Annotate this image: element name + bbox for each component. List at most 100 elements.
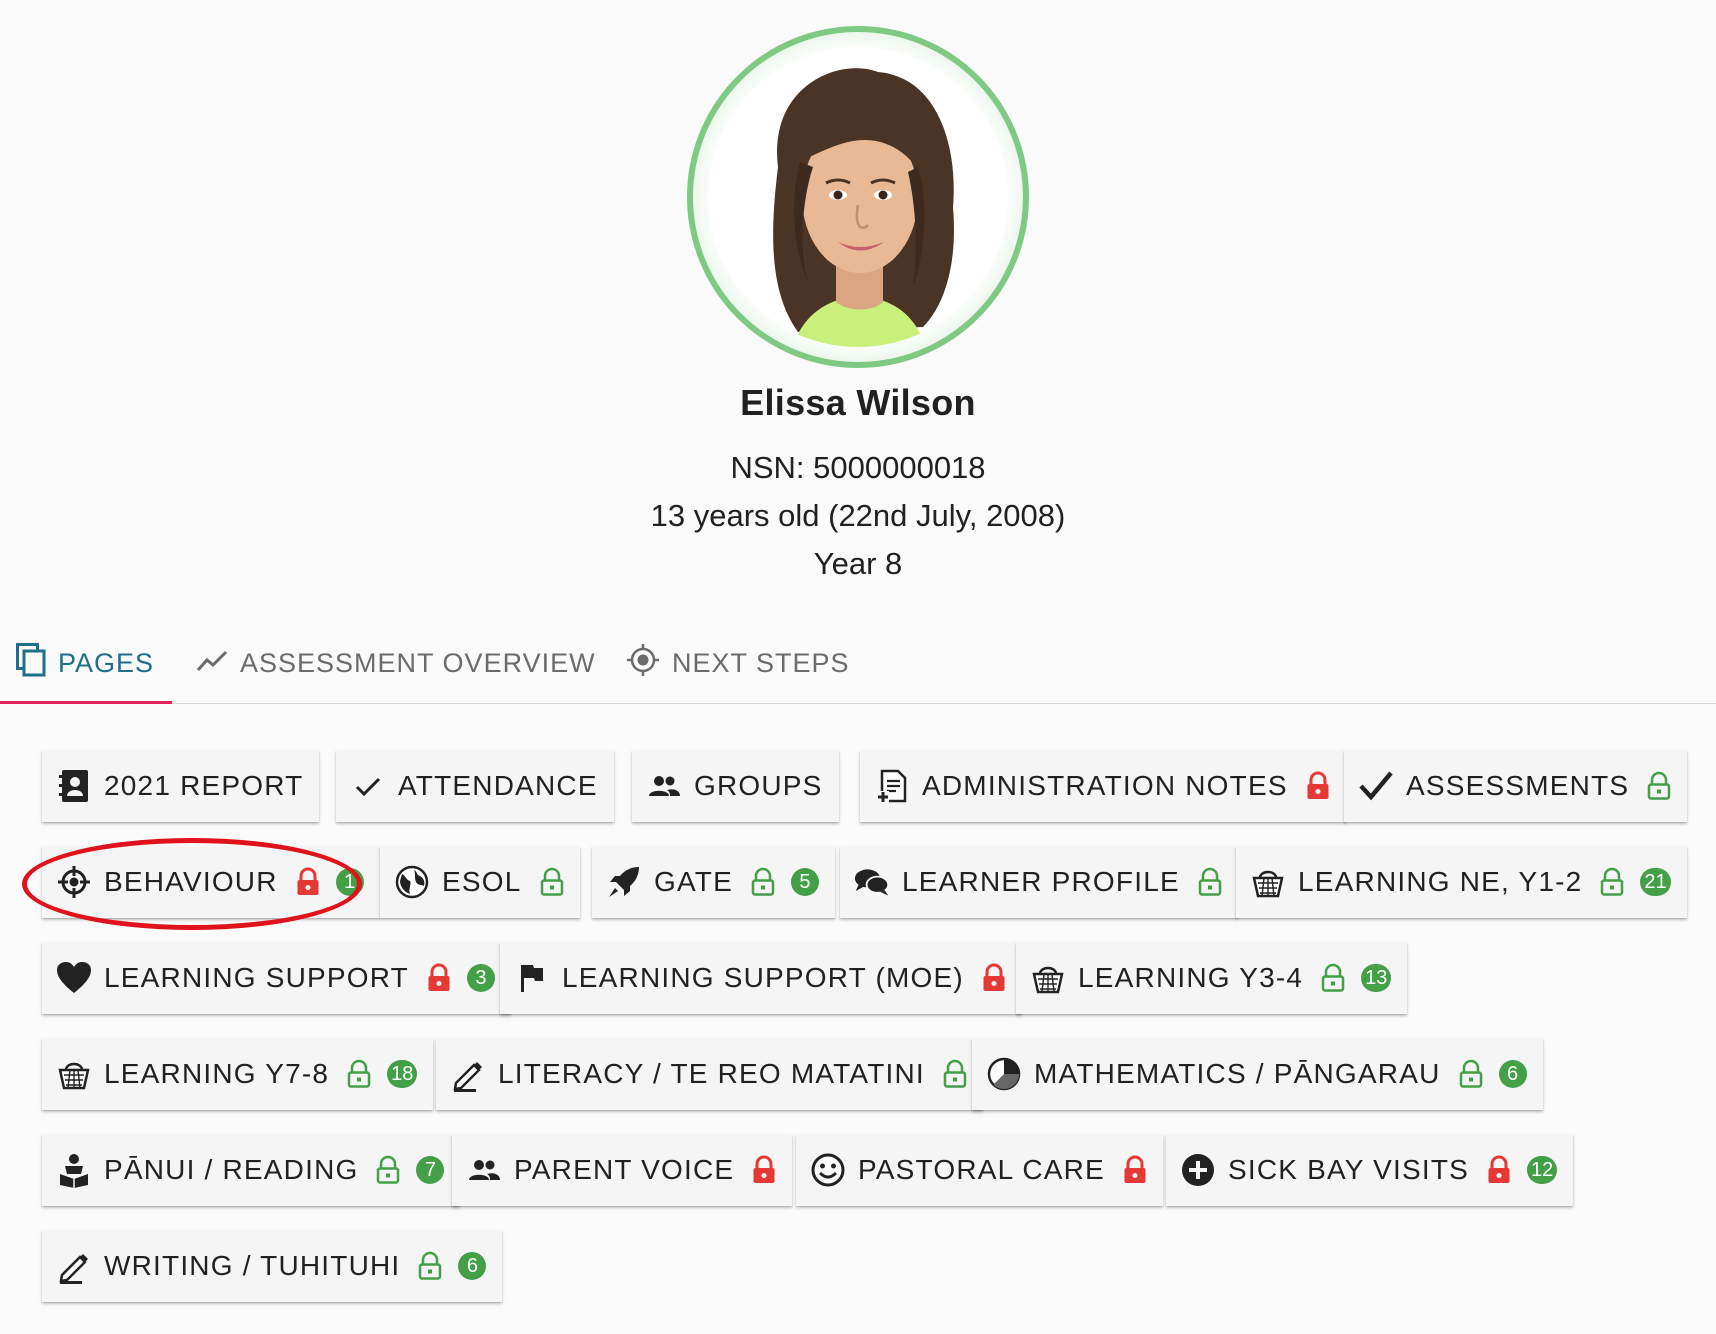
check-icon xyxy=(350,768,386,804)
student-name: Elissa Wilson xyxy=(740,382,976,423)
pie-chart-icon xyxy=(986,1056,1022,1092)
page-literacy-te-reo-matatini[interactable]: LITERACY / TE REO MATATINI xyxy=(436,1038,983,1110)
bold-check-icon xyxy=(1358,768,1394,804)
count-badge: 21 xyxy=(1640,868,1671,896)
page-2021-report[interactable]: 2021 REPORT xyxy=(42,750,320,822)
page-label: LEARNING NE, Y1-2 xyxy=(1298,866,1583,897)
student-photo xyxy=(708,47,1008,347)
count-badge: 13 xyxy=(1361,964,1392,992)
target-icon xyxy=(626,643,660,684)
tab-bar: PAGES ASSESSMENT OVERVIEW NEXT STEPS xyxy=(0,622,1716,704)
plus-circle-icon xyxy=(1180,1152,1216,1188)
page-parent-voice[interactable]: PARENT VOICE xyxy=(452,1134,793,1206)
lock-icon xyxy=(296,867,320,897)
page-label: GATE xyxy=(654,866,733,897)
count-badge: 1 xyxy=(335,868,364,896)
page-learning-support-moe[interactable]: LEARNING SUPPORT (MOE) xyxy=(500,942,1022,1014)
pencil-icon xyxy=(56,1248,92,1284)
page-learning-y3-4[interactable]: LEARNING Y3-4 13 xyxy=(1016,942,1408,1014)
trend-icon xyxy=(196,646,228,681)
page-label: ASSESSMENTS xyxy=(1406,770,1630,801)
page-administration-notes[interactable]: ADMINISTRATION NOTES xyxy=(860,750,1346,822)
avatar-ring xyxy=(687,26,1029,368)
page-label: LEARNER PROFILE xyxy=(902,866,1180,897)
lock-icon xyxy=(1123,1155,1147,1185)
page-writing-tuhituhi[interactable]: WRITING / TUHITUHI 6 xyxy=(42,1230,503,1302)
page-learner-profile[interactable]: LEARNER PROFILE xyxy=(840,846,1238,918)
page-learning-y7-8[interactable]: LEARNING Y7-8 18 xyxy=(42,1038,434,1110)
unlock-icon xyxy=(418,1251,442,1281)
student-year: Year 8 xyxy=(813,546,903,581)
lock-icon xyxy=(752,1155,776,1185)
reader-icon xyxy=(56,1152,92,1188)
tab-assessment-overview[interactable]: ASSESSMENT OVERVIEW xyxy=(196,622,596,704)
count-badge: 12 xyxy=(1527,1156,1558,1184)
unlock-icon xyxy=(1600,867,1624,897)
page-label: LITERACY / TE REO MATATINI xyxy=(498,1058,925,1089)
heart-icon xyxy=(56,960,92,996)
page-label: PĀNUI / READING xyxy=(104,1154,359,1185)
tab-pages-label: PAGES xyxy=(58,647,155,678)
unlock-icon xyxy=(1321,963,1345,993)
page-label: LEARNING SUPPORT xyxy=(104,962,409,993)
page-groups[interactable]: GROUPS xyxy=(632,750,839,822)
count-badge: 7 xyxy=(416,1156,445,1184)
flag-icon xyxy=(514,960,550,996)
page-label: ATTENDANCE xyxy=(398,770,598,801)
basket-icon xyxy=(1030,960,1066,996)
page-learning-ne-y1-2[interactable]: LEARNING NE, Y1-2 21 xyxy=(1236,846,1687,918)
page-label: LEARNING Y3-4 xyxy=(1078,962,1304,993)
unlock-icon xyxy=(376,1155,400,1185)
page-sick-bay-visits[interactable]: SICK BAY VISITS 12 xyxy=(1166,1134,1574,1206)
pages-icon xyxy=(16,642,46,684)
page-label: BEHAVIOUR xyxy=(104,866,278,897)
comments-icon xyxy=(854,864,890,900)
pencil-icon xyxy=(450,1056,486,1092)
page-behaviour[interactable]: BEHAVIOUR 1 xyxy=(42,846,380,918)
page-label: MATHEMATICS / PĀNGARAU xyxy=(1034,1058,1441,1089)
page-label: PASTORAL CARE xyxy=(858,1154,1105,1185)
rocket-icon xyxy=(606,864,642,900)
page-label: LEARNING Y7-8 xyxy=(104,1058,330,1089)
unlock-icon xyxy=(1459,1059,1483,1089)
crosshair-icon xyxy=(56,864,92,900)
note-add-icon xyxy=(874,768,910,804)
contact-book-icon xyxy=(56,768,92,804)
page-attendance[interactable]: ATTENDANCE xyxy=(336,750,614,822)
people-icon xyxy=(466,1152,502,1188)
basket-icon xyxy=(56,1056,92,1092)
tab-next-steps[interactable]: NEXT STEPS xyxy=(626,622,850,704)
page-panui-reading[interactable]: PĀNUI / READING 7 xyxy=(42,1134,461,1206)
tab-assessment-overview-label: ASSESSMENT OVERVIEW xyxy=(240,647,596,678)
page-mathematics-pangarau[interactable]: MATHEMATICS / PĀNGARAU 6 xyxy=(972,1038,1543,1110)
student-profile: Elissa Wilson NSN: 5000000018 13 years o… xyxy=(0,0,1716,588)
unlock-icon xyxy=(347,1059,371,1089)
count-badge: 3 xyxy=(466,964,495,992)
page-gate[interactable]: GATE 5 xyxy=(592,846,835,918)
tab-next-steps-label: NEXT STEPS xyxy=(672,647,850,678)
student-nsn: NSN: 5000000018 xyxy=(730,450,986,485)
page-label: GROUPS xyxy=(694,770,823,801)
unlock-icon xyxy=(1647,771,1671,801)
page-assessments[interactable]: ASSESSMENTS xyxy=(1344,750,1688,822)
page-label: SICK BAY VISITS xyxy=(1228,1154,1470,1185)
people-icon xyxy=(646,768,682,804)
lock-icon xyxy=(427,963,451,993)
unlock-icon xyxy=(943,1059,967,1089)
page-label: ESOL xyxy=(442,866,522,897)
student-age: 13 years old (22nd July, 2008) xyxy=(650,498,1066,533)
page-pastoral-care[interactable]: PASTORAL CARE xyxy=(796,1134,1163,1206)
count-badge: 5 xyxy=(790,868,819,896)
tab-pages[interactable]: PAGES xyxy=(16,622,154,704)
globe-icon xyxy=(394,864,430,900)
count-badge: 6 xyxy=(1498,1060,1527,1088)
unlock-icon xyxy=(540,867,564,897)
page-esol[interactable]: ESOL xyxy=(380,846,580,918)
page-label: ADMINISTRATION NOTES xyxy=(922,770,1288,801)
smile-icon xyxy=(810,1152,846,1188)
page-learning-support[interactable]: LEARNING SUPPORT 3 xyxy=(42,942,511,1014)
lock-icon xyxy=(1306,771,1330,801)
active-tab-indicator xyxy=(0,701,172,704)
basket-icon xyxy=(1250,864,1286,900)
page-label: PARENT VOICE xyxy=(514,1154,735,1185)
